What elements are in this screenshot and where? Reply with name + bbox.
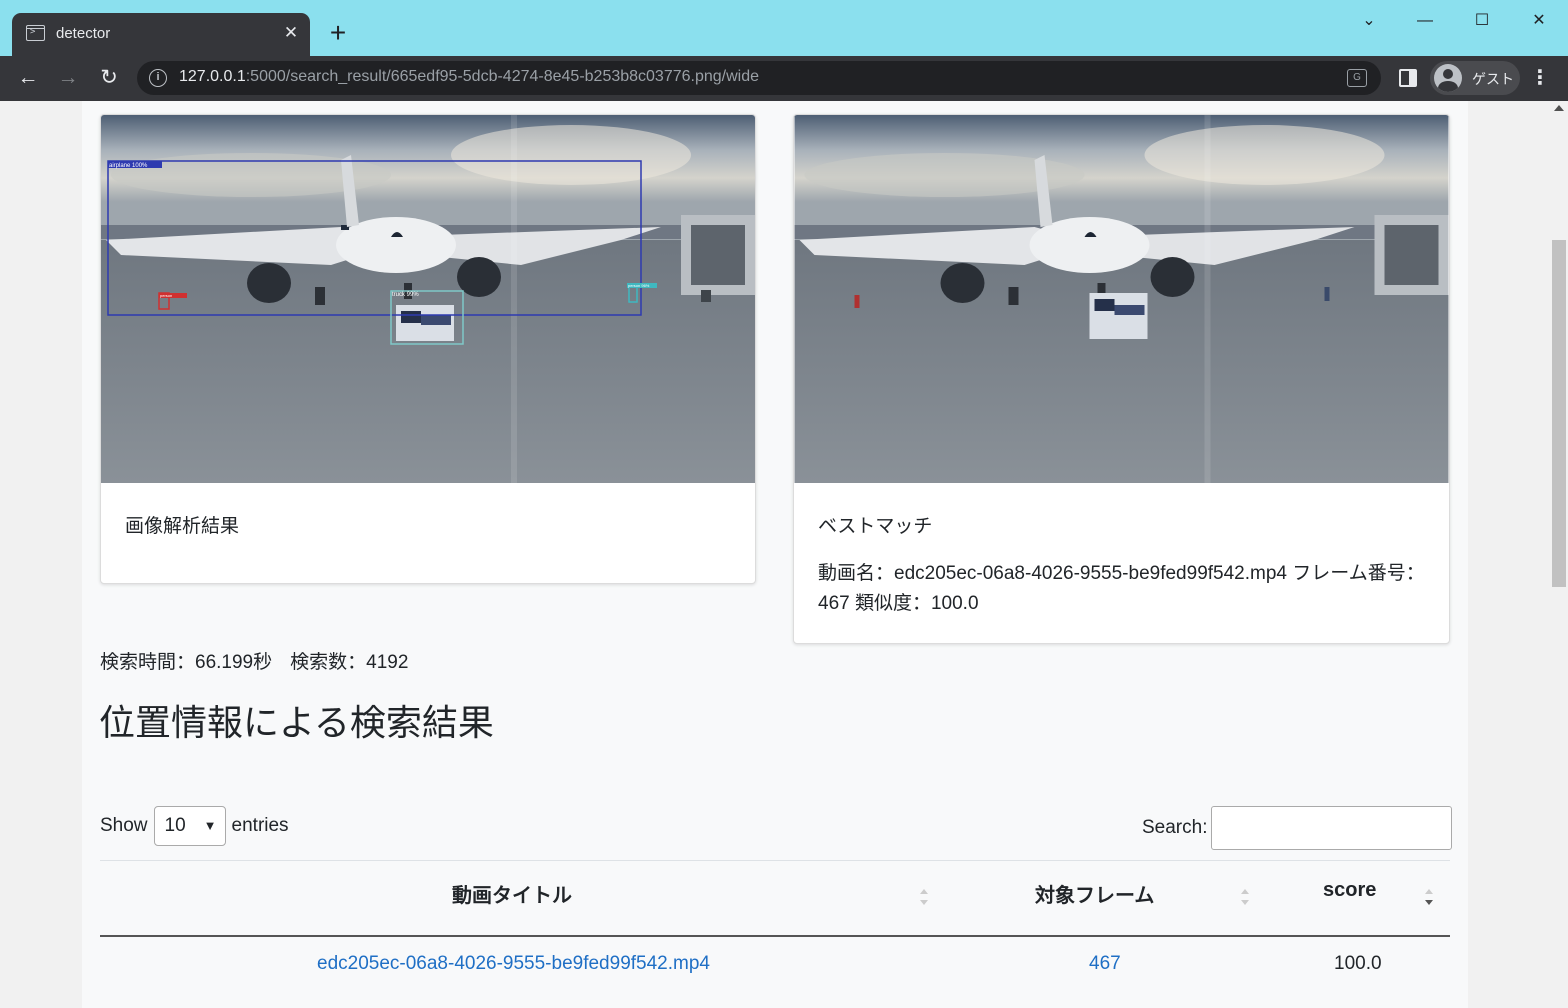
search-label: Search: xyxy=(1142,817,1208,838)
page-length-value: 10 xyxy=(164,815,186,836)
browser-toolbar: ← → ↻ i 127.0.0.1:5000/search_result/665… xyxy=(0,56,1568,101)
tab-detector[interactable]: detector ✕ xyxy=(12,13,310,56)
analysis-card-title: 画像解析結果 xyxy=(125,516,240,537)
sort-icon[interactable] xyxy=(920,889,928,909)
terminal-favicon-icon xyxy=(26,25,45,41)
close-tab-icon[interactable]: ✕ xyxy=(280,22,302,44)
forward-arrow-icon[interactable]: → xyxy=(53,64,83,92)
sort-icon[interactable] xyxy=(1241,889,1249,909)
side-panel-icon[interactable] xyxy=(1399,69,1417,87)
detection-label: person 96% xyxy=(628,283,650,288)
new-tab-icon[interactable]: + xyxy=(322,17,354,49)
site-info-icon[interactable]: i xyxy=(149,69,167,87)
search-stats: 検索時間：66.199秒 検索数：4192 xyxy=(100,647,408,674)
scroll-thumb[interactable] xyxy=(1552,240,1566,587)
best-match-card-title: ベストマッチ xyxy=(818,516,933,537)
search-input[interactable] xyxy=(1211,806,1453,850)
close-window-icon[interactable]: ✕ xyxy=(1519,8,1559,34)
show-label: Show xyxy=(100,815,148,836)
translate-icon[interactable]: G xyxy=(1347,69,1367,87)
detection-label: airplane 100% xyxy=(109,163,148,169)
scroll-up-arrow-icon[interactable] xyxy=(1554,105,1564,111)
score-cell: 100.0 xyxy=(1334,953,1382,974)
profile-label: ゲスト xyxy=(1472,71,1514,87)
column-header-score[interactable]: score xyxy=(1323,879,1376,902)
kebab-menu-icon[interactable]: ⋮ xyxy=(1530,64,1550,92)
page-length-control: Show 10 ▼ entries xyxy=(100,806,289,846)
tab-title: detector xyxy=(56,25,111,42)
table-search: Search: xyxy=(1142,806,1453,850)
best-match-card: ベストマッチ 動画名：edc205ec-06a8-4026-9555-be9fe… xyxy=(793,114,1450,644)
reload-icon[interactable]: ↻ xyxy=(94,64,124,92)
vertical-scrollbar[interactable] xyxy=(1550,101,1568,1008)
sort-desc-icon[interactable] xyxy=(1425,889,1433,909)
search-count: 検索数：4192 xyxy=(290,652,409,673)
table-header: 動画タイトル 対象フレーム score xyxy=(100,860,1450,937)
maximize-icon[interactable]: ☐ xyxy=(1462,8,1502,34)
url-host: 127.0.0.1 xyxy=(179,68,246,85)
best-match-detail: 動画名：edc205ec-06a8-4026-9555-be9fed99f542… xyxy=(818,563,1425,614)
back-arrow-icon[interactable]: ← xyxy=(13,64,43,92)
page-length-select[interactable]: 10 ▼ xyxy=(153,806,226,846)
section-heading: 位置情報による検索結果 xyxy=(99,702,494,743)
table-row: edc205ec-06a8-4026-9555-be9fed99f542.mp4… xyxy=(100,937,1450,991)
url-path: :5000/search_result/665edf95-5dcb-4274-8… xyxy=(245,68,760,85)
analysis-image: airplane 100% truck 99% person person 96… xyxy=(101,115,755,483)
entries-label: entries xyxy=(231,815,289,836)
avatar-icon xyxy=(1434,64,1462,92)
address-bar[interactable]: i 127.0.0.1:5000/search_result/665edf95-… xyxy=(137,61,1381,95)
column-header-title[interactable]: 動画タイトル xyxy=(452,879,572,908)
analysis-card: airplane 100% truck 99% person person 96… xyxy=(100,114,756,584)
minimize-icon[interactable]: — xyxy=(1405,8,1445,34)
video-title-link[interactable]: edc205ec-06a8-4026-9555-be9fed99f542.mp4 xyxy=(317,953,710,975)
column-header-frame[interactable]: 対象フレーム xyxy=(1035,879,1154,908)
profile-button[interactable]: ゲスト xyxy=(1430,61,1520,95)
chevron-down-icon: ▼ xyxy=(203,818,217,833)
best-match-image xyxy=(794,115,1449,483)
url-text[interactable]: 127.0.0.1:5000/search_result/665edf95-5d… xyxy=(179,68,759,86)
detection-label: truck 99% xyxy=(392,292,419,298)
tab-strip: detector ✕ + ⌄ — ☐ ✕ xyxy=(0,0,1568,56)
search-time: 検索時間：66.199秒 xyxy=(100,652,273,673)
tab-search-chevron-icon[interactable]: ⌄ xyxy=(1349,8,1389,34)
detection-label: person xyxy=(160,293,172,298)
frame-link[interactable]: 467 xyxy=(1089,953,1121,975)
